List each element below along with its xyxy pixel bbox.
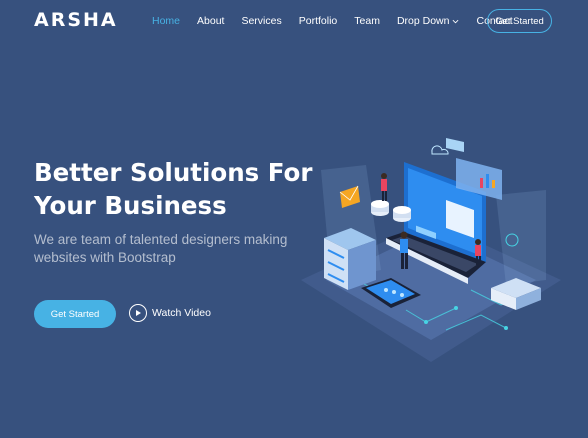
site-header: ARSHA Home About Services Portfolio Team… (0, 0, 588, 44)
hero-get-started-button[interactable]: Get Started (34, 300, 116, 328)
watch-video-label: Watch Video (152, 307, 211, 319)
hero-subtitle: We are team of talented designers making… (34, 232, 288, 265)
watch-video-button[interactable]: Watch Video (129, 304, 211, 322)
logo[interactable]: ARSHA (34, 9, 118, 31)
nav-item-portfolio[interactable]: Portfolio (299, 15, 338, 27)
nav-item-dropdown[interactable]: Drop Down (397, 15, 460, 27)
header-get-started-button[interactable]: Get Started (487, 9, 552, 33)
main-nav: Home About Services Portfolio Team Drop … (152, 15, 530, 27)
nav-item-dropdown-label: Drop Down (396, 15, 450, 27)
nav-item-team[interactable]: Team (354, 15, 380, 27)
play-icon (129, 304, 147, 322)
hero-illustration (301, 138, 561, 362)
nav-item-services[interactable]: Services (241, 15, 281, 27)
hero-title: Better Solutions For Your Business (34, 158, 313, 220)
nav-item-home[interactable]: Home (152, 15, 180, 27)
nav-item-about[interactable]: About (197, 15, 224, 27)
chevron-down-icon (453, 19, 459, 23)
